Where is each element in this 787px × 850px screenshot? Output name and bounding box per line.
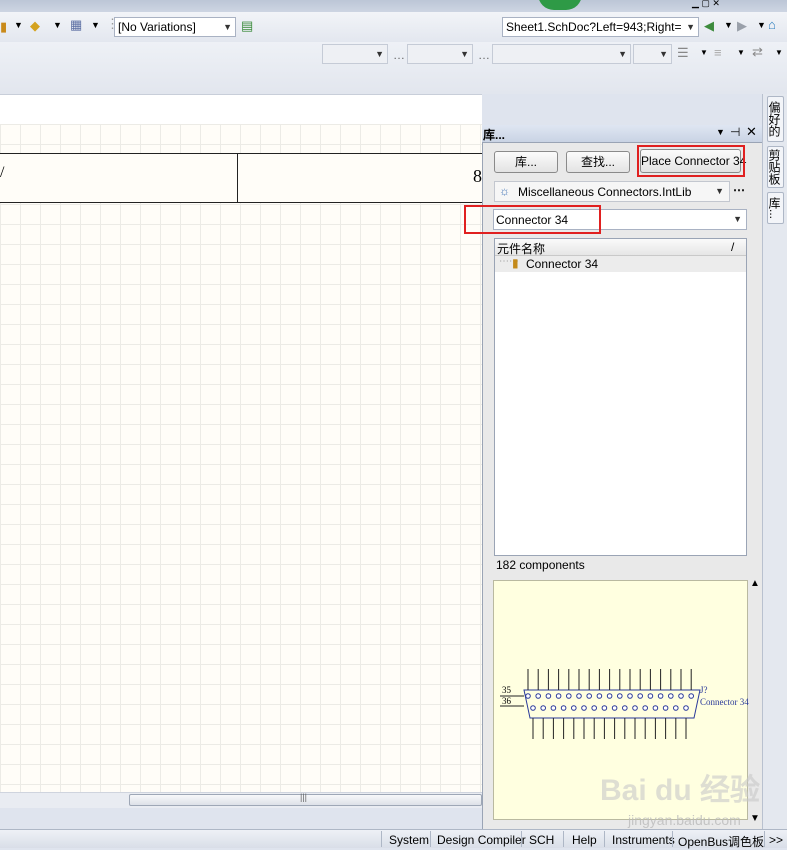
dropdown-arrow-icon[interactable]: ▼ xyxy=(775,48,783,57)
status-instruments[interactable]: Instruments xyxy=(612,833,675,847)
panel-header: 库... ▼ ⊣ ✕ xyxy=(482,124,762,143)
dropdown-arrow-icon[interactable]: ▼ xyxy=(91,20,100,30)
diamond-icon[interactable]: ◆ xyxy=(30,18,40,34)
toolbar-secondary: ▼ … ▼ … ▼ ▼ ☰ ▼ ≡ ▼ ⇄ ▼ xyxy=(0,42,787,94)
status-separator xyxy=(521,831,522,847)
watermark-logo: Bai du 经验 xyxy=(600,774,761,807)
grid-icon[interactable]: ▦ xyxy=(70,17,82,33)
filter-combo-2[interactable]: ▼ xyxy=(407,44,473,64)
schematic-canvas[interactable] xyxy=(0,124,482,792)
address-value: Sheet1.SchDoc?Left=943;Right= xyxy=(506,20,682,34)
ellipsis-icon: … xyxy=(393,48,405,62)
library-options-icon[interactable]: ⋯ xyxy=(733,183,745,197)
component-list[interactable] xyxy=(494,238,747,556)
close-icon[interactable]: ✕ xyxy=(746,124,757,140)
forward-icon[interactable]: ▶ xyxy=(737,18,747,34)
chevron-down-icon: ▼ xyxy=(659,49,668,59)
back-icon[interactable]: ◀ xyxy=(704,18,714,34)
title-block-left-text: / xyxy=(0,164,5,181)
watermark-url: jingyan.baidu.com xyxy=(628,812,741,828)
line-width-icon[interactable]: ≡ xyxy=(714,45,722,60)
status-system[interactable]: System xyxy=(389,833,429,847)
ellipsis-icon: … xyxy=(478,48,490,62)
variations-select[interactable]: [No Variations] ▼ xyxy=(114,17,236,37)
chevron-down-icon: ▼ xyxy=(223,22,232,32)
search-button[interactable]: 查找... xyxy=(566,151,630,173)
chevron-down-icon: ▼ xyxy=(375,49,384,59)
libraries-button[interactable]: 库... xyxy=(494,151,558,173)
dropdown-arrow-icon[interactable]: ▼ xyxy=(724,20,733,30)
status-design-compiler[interactable]: Design Compiler xyxy=(437,833,526,847)
list-header[interactable]: 元件名称 / xyxy=(495,239,746,256)
designator: J? xyxy=(700,685,708,695)
side-tab-bar: 偏好的 剪贴板 库... xyxy=(762,94,787,829)
chevron-down-icon: ▼ xyxy=(686,22,695,32)
chevron-down-icon: ▼ xyxy=(715,186,724,196)
sort-indicator: / xyxy=(731,240,735,254)
component-count: 182 components xyxy=(496,558,585,572)
tab-libraries[interactable]: 库... xyxy=(767,192,784,224)
window-controls[interactable]: ▁ ▢ ✕ xyxy=(690,0,787,11)
scroll-up-icon[interactable]: ▲ xyxy=(750,578,760,589)
address-select[interactable]: Sheet1.SchDoc?Left=943;Right= ▼ xyxy=(502,17,699,37)
line-style-icon[interactable]: ☰ xyxy=(677,45,689,61)
window-title-strip: ▁ ▢ ✕ xyxy=(0,0,787,12)
panel-title: 库... xyxy=(483,128,506,142)
library-select[interactable]: ☼ Miscellaneous Connectors.IntLib ▼ xyxy=(494,181,730,202)
filter-value: Connector 34 xyxy=(496,213,569,227)
dropdown-arrow-icon[interactable]: ▼ xyxy=(14,20,23,30)
pin-label-36: 36 xyxy=(502,696,511,706)
pin-icon[interactable]: ⊣ xyxy=(730,125,740,139)
home-icon[interactable]: ⌂ xyxy=(768,17,776,32)
tab-clipboard[interactable]: 剪贴板 xyxy=(767,146,784,188)
status-separator xyxy=(604,831,605,847)
status-help[interactable]: Help xyxy=(572,833,597,847)
title-block-divider xyxy=(237,153,238,202)
title-block: / 8 xyxy=(0,153,482,203)
filter-combo-3[interactable]: ▼ xyxy=(492,44,631,64)
dropdown-arrow-icon[interactable]: ▼ xyxy=(737,48,745,57)
component-icon: ▮ xyxy=(512,256,519,270)
column-header-name: 元件名称 xyxy=(497,242,546,256)
title-block-right-text: 8 xyxy=(473,166,482,186)
pin-label-35: 35 xyxy=(502,685,511,695)
panel-menu-icon[interactable]: ▼ xyxy=(716,127,725,137)
globe-badge-icon xyxy=(538,0,582,10)
chevron-down-icon: ▼ xyxy=(460,49,469,59)
library-icon: ☼ xyxy=(499,184,510,198)
status-more[interactable]: >> xyxy=(769,833,783,847)
status-separator xyxy=(764,831,765,847)
toolbar-top: ▮ ▼ ◆ ▼ ▦ ▼ ⋮ [No Variations] ▼ ▤ Sheet1… xyxy=(0,12,787,43)
dropdown-arrow-icon[interactable]: ▼ xyxy=(757,20,766,30)
dropdown-arrow-icon[interactable]: ▼ xyxy=(700,48,708,57)
status-separator xyxy=(381,831,382,847)
scroll-down-icon[interactable]: ▼ xyxy=(750,813,760,824)
variant-manager-icon[interactable]: ▤ xyxy=(241,18,253,34)
status-separator xyxy=(672,831,673,847)
scrollbar-thumb[interactable]: ||| xyxy=(129,792,482,806)
component-filter[interactable]: Connector 34 ▼ xyxy=(493,209,747,230)
workspace-background xyxy=(0,808,482,828)
place-component-button[interactable]: Place Connector 34 xyxy=(640,149,746,173)
chevron-down-icon: ▼ xyxy=(733,214,742,224)
component-name: Connector 34 xyxy=(526,257,599,271)
list-item[interactable]: ⋯⋯ ▮ Connector 34 xyxy=(495,256,746,272)
status-separator xyxy=(563,831,564,847)
status-openbus[interactable]: OpenBus调色板 xyxy=(678,833,764,850)
chevron-down-icon: ▼ xyxy=(618,49,627,59)
dropdown-arrow-icon[interactable]: ▼ xyxy=(53,20,62,30)
filter-combo-4[interactable]: ▼ xyxy=(633,44,672,64)
document-tab-strip xyxy=(0,94,482,125)
library-name: Miscellaneous Connectors.IntLib xyxy=(518,185,692,199)
filter-combo-1[interactable]: ▼ xyxy=(322,44,388,64)
comment: Connector 34 xyxy=(700,697,749,707)
part-icon[interactable]: ▮ xyxy=(0,19,7,35)
tab-favorites[interactable]: 偏好的 xyxy=(767,96,784,142)
status-separator xyxy=(430,831,431,847)
variations-value: [No Variations] xyxy=(118,20,196,34)
status-sch[interactable]: SCH xyxy=(529,833,554,847)
swap-icon[interactable]: ⇄ xyxy=(752,44,763,60)
